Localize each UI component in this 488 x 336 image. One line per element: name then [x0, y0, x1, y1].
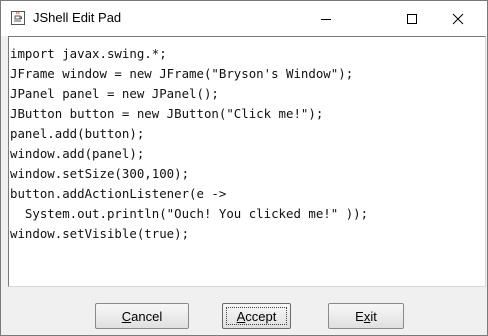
exit-button[interactable]: Ex it: [328, 303, 404, 329]
exit-label-end: it: [370, 308, 377, 324]
maximize-button[interactable]: [389, 1, 435, 36]
code-line: JButton button = new JButton("Click me!"…: [10, 106, 324, 121]
window-title: JShell Edit Pad: [33, 10, 122, 25]
code-line: import javax.swing.*;: [10, 46, 167, 61]
code-editor[interactable]: import javax.swing.*; JFrame window = new…: [8, 36, 486, 287]
code-text[interactable]: import javax.swing.*; JFrame window = new…: [9, 37, 485, 244]
minimize-icon: [321, 18, 331, 20]
minimize-button[interactable]: [303, 1, 349, 36]
accept-label: ccept: [245, 308, 277, 324]
cancel-label: ancel: [131, 308, 163, 324]
code-line: panel.add(button);: [10, 126, 145, 141]
edit-pad-window: JShell Edit Pad import javax.swing.*; JFr…: [0, 0, 488, 336]
code-line: window.add(panel);: [10, 146, 145, 161]
exit-label-start: E: [355, 308, 364, 324]
accept-mnemonic: A: [236, 308, 246, 324]
java-cup-icon: [11, 11, 25, 25]
code-line: System.out.println("Ouch! You clicked me…: [10, 206, 369, 221]
code-line: window.setSize(300,100);: [10, 166, 190, 181]
cancel-button[interactable]: Cancel: [95, 303, 189, 329]
close-icon: [452, 13, 464, 24]
title-bar[interactable]: JShell Edit Pad: [1, 1, 487, 36]
code-line: window.setVisible(true);: [10, 226, 190, 241]
code-line: JPanel panel = new JPanel();: [10, 86, 219, 101]
maximize-icon: [407, 13, 417, 24]
close-button[interactable]: [435, 1, 481, 36]
accept-button[interactable]: Accept: [222, 303, 291, 329]
code-line: JFrame window = new JFrame("Bryson's Win…: [10, 66, 354, 81]
cancel-mnemonic: C: [121, 308, 132, 324]
code-line: button.addActionListener(e ->: [10, 186, 227, 201]
